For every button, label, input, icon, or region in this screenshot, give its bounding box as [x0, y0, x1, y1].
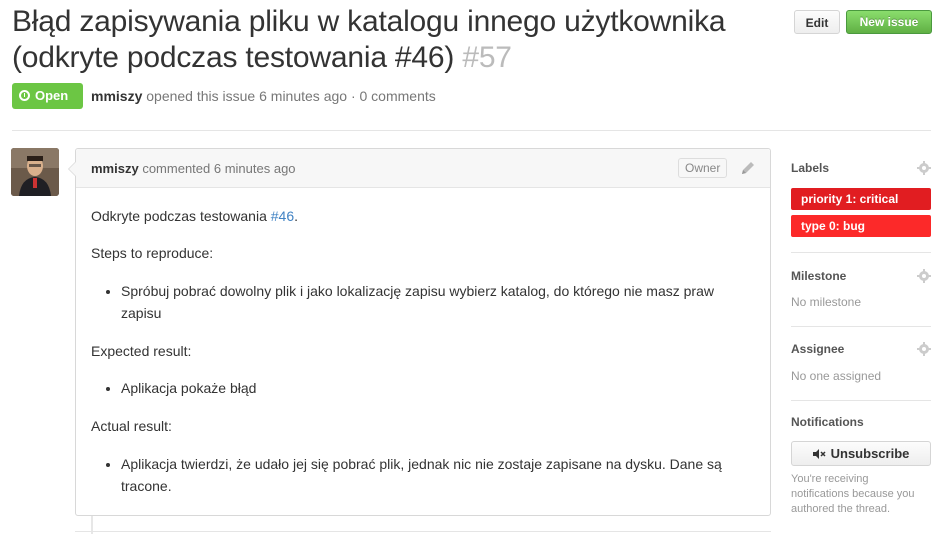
- assignee-heading: Assignee: [791, 342, 845, 356]
- issue-comment: mmiszy commented 6 minutes ago Owner Odk…: [68, 148, 771, 516]
- milestone-section: Milestone: [791, 269, 846, 283]
- comment-author-link[interactable]: mmiszy: [91, 161, 139, 176]
- milestone-heading: Milestone: [791, 269, 847, 283]
- issue-title: Błąd zapisywania pliku w katalogu innego…: [12, 4, 772, 76]
- avatar[interactable]: [11, 148, 59, 196]
- actual-list: Aplikacja twierdzi, że udało jej się pob…: [91, 453, 755, 497]
- issue-state-label: Open: [35, 88, 69, 103]
- notifications-section: Notifications: [791, 415, 864, 429]
- expected-list: Aplikacja pokaże błąd: [91, 377, 755, 399]
- mute-icon: [812, 449, 826, 459]
- sidebar-divider: [791, 326, 931, 327]
- steps-list: Spróbuj pobrać dowolny plik i jako lokal…: [91, 280, 755, 324]
- label-type-bug[interactable]: type 0: bug: [791, 215, 931, 237]
- assignee-section: Assignee: [791, 342, 844, 356]
- new-issue-button[interactable]: New issue: [846, 10, 932, 34]
- sidebar-divider: [791, 252, 931, 253]
- pencil-icon[interactable]: [740, 160, 756, 176]
- issue-opened-icon: [19, 90, 30, 101]
- label-priority-critical[interactable]: priority 1: critical: [791, 188, 931, 210]
- labels-heading: Labels: [791, 161, 830, 175]
- steps-heading: Steps to reproduce:: [91, 245, 214, 261]
- assignee-value: No one assigned: [791, 369, 882, 383]
- comment-intro: Odkryte podczas testowania #46.: [91, 205, 755, 227]
- expected-heading: Expected result:: [91, 343, 192, 359]
- owner-badge: Owner: [678, 158, 728, 178]
- edit-button[interactable]: Edit: [794, 10, 840, 34]
- gear-icon[interactable]: [917, 342, 931, 356]
- comment-pointer: [68, 161, 76, 177]
- notifications-heading: Notifications: [791, 415, 864, 429]
- list-item: Spróbuj pobrać dowolny plik i jako lokal…: [121, 280, 755, 324]
- comment-author-line: mmiszy commented 6 minutes ago: [91, 161, 296, 176]
- issue-reference-link[interactable]: #46: [271, 208, 294, 224]
- sidebar-divider: [791, 400, 931, 401]
- header-divider: [12, 130, 931, 131]
- labels-section: Labels: [791, 161, 829, 175]
- issue-author-link[interactable]: mmiszy: [91, 88, 142, 104]
- gear-icon[interactable]: [917, 269, 931, 283]
- list-item: Aplikacja twierdzi, że udało jej się pob…: [121, 453, 755, 497]
- unsubscribe-label: Unsubscribe: [830, 446, 910, 461]
- milestone-value: No milestone: [791, 295, 862, 309]
- issue-title-text: Błąd zapisywania pliku w katalogu innego…: [12, 5, 726, 74]
- issue-meta: mmiszy opened this issue 6 minutes ago ·…: [91, 88, 436, 104]
- comment-body: Odkryte podczas testowania #46. Steps to…: [91, 205, 755, 497]
- list-item: Aplikacja pokaże błąd: [121, 377, 755, 399]
- actual-heading: Actual result:: [91, 418, 172, 434]
- comment-header: mmiszy commented 6 minutes ago Owner: [76, 149, 770, 188]
- issue-number: #57: [462, 41, 512, 74]
- intro-text: Odkryte podczas testowania: [91, 208, 271, 224]
- intro-end: .: [294, 208, 299, 224]
- timeline-divider: [75, 531, 771, 532]
- issue-state-badge: Open: [12, 83, 83, 109]
- gear-icon[interactable]: [917, 161, 931, 175]
- issue-meta-text: opened this issue 6 minutes ago · 0 comm…: [146, 88, 436, 104]
- notifications-note: You're receiving notifications because y…: [791, 473, 915, 515]
- comment-timestamp[interactable]: commented 6 minutes ago: [142, 161, 295, 176]
- unsubscribe-button[interactable]: Unsubscribe: [791, 441, 931, 466]
